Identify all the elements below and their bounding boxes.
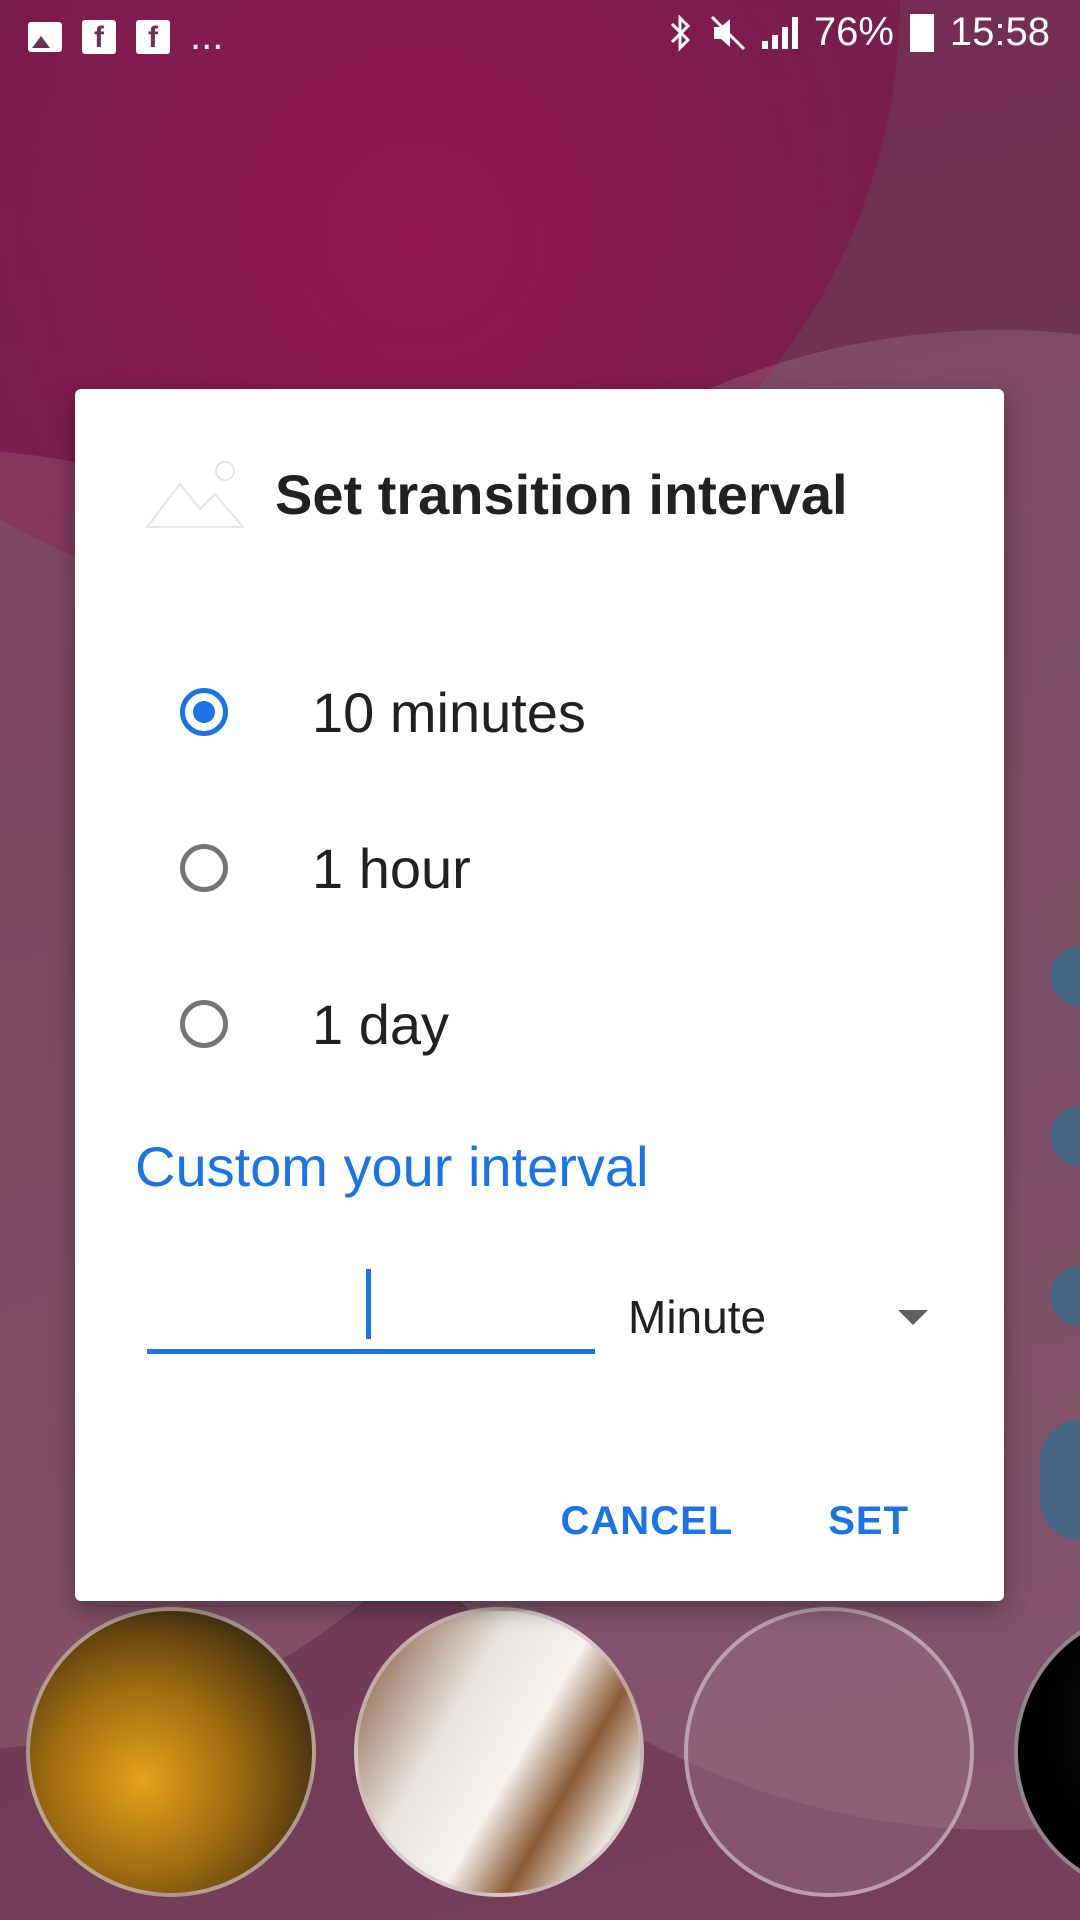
radio-unchecked-icon[interactable] xyxy=(180,844,228,892)
battery-percent: 76% xyxy=(813,10,894,54)
unit-dropdown[interactable]: Minute xyxy=(628,1282,938,1352)
option-1-day[interactable]: 1 day xyxy=(180,946,586,1102)
cancel-button[interactable]: CANCEL xyxy=(561,1499,734,1544)
fab-button[interactable] xyxy=(1040,1420,1080,1540)
unit-selected-value: Minute xyxy=(628,1291,767,1343)
gallery-icon xyxy=(28,21,62,52)
option-label: 1 day xyxy=(312,992,449,1056)
mute-icon xyxy=(710,15,745,50)
option-10-minutes[interactable]: 10 minutes xyxy=(180,634,586,790)
option-1-hour[interactable]: 1 hour xyxy=(180,790,586,946)
radio-checked-icon[interactable] xyxy=(180,688,228,736)
dialog-actions: CANCEL SET xyxy=(561,1499,909,1544)
option-label: 10 minutes xyxy=(312,680,586,744)
clock: 15:58 xyxy=(949,10,1050,54)
notification-icons: f f ... xyxy=(28,14,223,59)
signal-icon xyxy=(761,16,798,49)
transition-interval-dialog: Set transition interval 10 minutes 1 hou… xyxy=(75,389,1004,1601)
wallpaper-thumbnail[interactable] xyxy=(684,1607,974,1897)
set-button[interactable]: SET xyxy=(828,1499,909,1544)
custom-interval-input[interactable] xyxy=(147,1267,595,1354)
interval-options: 10 minutes 1 hour 1 day xyxy=(180,634,586,1102)
dropdown-arrow-icon xyxy=(898,1309,928,1325)
bluetooth-icon xyxy=(670,13,690,52)
custom-interval-heading: Custom your interval xyxy=(135,1135,649,1198)
status-bar: f f ... 76% 15:58 xyxy=(0,0,1080,75)
text-cursor xyxy=(366,1269,371,1339)
option-label: 1 hour xyxy=(312,836,471,900)
battery-charging-icon xyxy=(909,13,934,52)
radio-unchecked-icon[interactable] xyxy=(180,1000,228,1048)
home-screen: f f ... 76% 15:58 Set transition interva… xyxy=(0,0,1080,1920)
system-icons: 76% 15:58 xyxy=(668,10,1050,55)
more-notifications-text: ... xyxy=(190,14,224,58)
wallpaper-thumbnail[interactable] xyxy=(354,1607,644,1897)
wallpaper-thumbnail[interactable] xyxy=(26,1607,316,1897)
facebook-icon: f xyxy=(136,19,170,54)
dialog-title: Set transition interval xyxy=(275,462,848,526)
dialog-header: Set transition interval xyxy=(145,459,848,529)
facebook-icon: f xyxy=(82,19,116,54)
landscape-image-icon xyxy=(145,461,245,528)
